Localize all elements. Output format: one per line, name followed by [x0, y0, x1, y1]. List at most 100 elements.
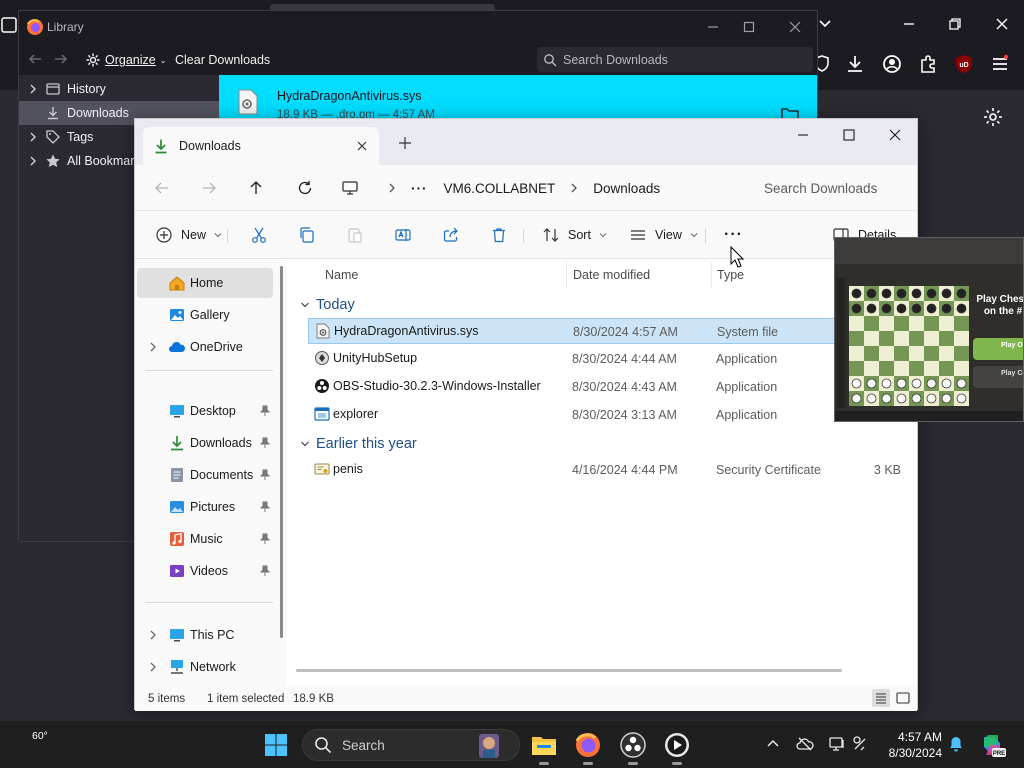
nav-item-videos[interactable]: Videos [137, 556, 273, 586]
tab-icon[interactable] [0, 14, 20, 36]
cloud-offline-icon[interactable] [796, 735, 814, 753]
view-button[interactable]: View [629, 225, 698, 245]
maximize-icon[interactable] [841, 127, 857, 143]
obs-taskbar-icon[interactable] [617, 729, 649, 765]
organize-button[interactable]: Organize ⌄ [85, 51, 166, 69]
media-player-taskbar-icon[interactable] [661, 729, 693, 765]
pin-icon[interactable] [260, 565, 270, 577]
nav-item-home[interactable]: Home [137, 268, 273, 298]
chevron-right-icon[interactable] [149, 630, 157, 640]
back-arrow-icon[interactable] [27, 51, 43, 67]
rename-button[interactable] [394, 225, 412, 245]
maximize-icon[interactable] [740, 18, 758, 36]
notification-bell-icon[interactable] [947, 735, 965, 753]
table-row[interactable]: OBS-Studio-30.2.3-Windows-Installer 8/30… [308, 374, 917, 400]
breadcrumb-item[interactable]: VM6.COLLABNET [444, 181, 556, 196]
taskbar-search-input[interactable]: Search [302, 729, 520, 761]
display-icon[interactable] [828, 735, 846, 753]
nav-item-downloads[interactable]: Downloads [137, 428, 273, 458]
tree-item-label: History [67, 82, 106, 96]
ublock-icon[interactable]: uD [952, 52, 976, 76]
nav-item-pictures[interactable]: Pictures [137, 492, 273, 522]
breadcrumb[interactable]: ··· VM6.COLLABNET Downloads [341, 173, 739, 203]
close-icon[interactable] [887, 127, 903, 143]
group-header-earlier-this-year[interactable]: Earlier this year [300, 433, 417, 455]
minimize-icon[interactable] [704, 18, 722, 36]
refresh-icon[interactable] [296, 179, 314, 197]
nav-item-desktop[interactable]: Desktop [137, 396, 273, 426]
file-explorer-taskbar-icon[interactable] [528, 729, 560, 765]
pin-icon[interactable] [260, 469, 270, 481]
window-preview-thumbnail[interactable]: Play Chess on the # Play Onl Play Co [834, 237, 1024, 422]
pin-icon[interactable] [260, 501, 270, 513]
search-placeholder: Search Downloads [764, 180, 878, 196]
firefox-taskbar-icon[interactable] [572, 729, 604, 765]
chevron-right-icon[interactable] [149, 662, 157, 672]
view-label: View [655, 228, 682, 242]
close-icon[interactable] [786, 18, 804, 36]
paste-button[interactable] [346, 225, 364, 245]
new-button[interactable]: New [155, 225, 222, 245]
column-header-date[interactable]: Date modified [573, 268, 650, 282]
add-tab-icon[interactable] [397, 135, 413, 151]
minimize-icon[interactable] [897, 12, 921, 36]
start-button[interactable] [260, 729, 292, 761]
share-button[interactable] [442, 225, 460, 245]
scrollbar[interactable] [296, 669, 842, 672]
forward-arrow-icon[interactable] [200, 179, 218, 197]
minimize-icon[interactable] [795, 127, 811, 143]
chevron-right-icon[interactable] [149, 342, 157, 352]
pin-icon[interactable] [260, 405, 270, 417]
column-divider[interactable] [711, 262, 712, 288]
extensions-icon[interactable] [916, 52, 940, 76]
clear-downloads-button[interactable]: Clear Downloads [175, 53, 270, 67]
clock[interactable]: 4:57 AM 8/30/2024 [870, 729, 942, 761]
table-row[interactable]: explorer 8/30/2024 3:13 AM Application [308, 402, 917, 428]
tree-item-history[interactable]: History [19, 77, 219, 101]
up-arrow-icon[interactable] [247, 179, 265, 197]
file-date: 8/30/2024 4:43 AM [572, 380, 677, 394]
search-input[interactable]: Search Downloads [747, 173, 911, 203]
copy-button[interactable] [298, 225, 316, 245]
breadcrumb-item[interactable]: Downloads [593, 181, 660, 196]
library-search-input[interactable]: Search Downloads [537, 47, 813, 72]
table-row[interactable]: UnityHubSetup 8/30/2024 4:44 AM Applicat… [308, 346, 917, 372]
download-icon[interactable] [843, 52, 867, 76]
gear-icon[interactable] [981, 105, 1005, 129]
nav-item-documents[interactable]: Documents [137, 460, 273, 490]
scrollbar[interactable] [280, 266, 283, 638]
table-row[interactable]: HydraDragonAntivirus.sys 8/30/2024 4:57 … [308, 318, 917, 344]
forward-arrow-icon[interactable] [53, 51, 69, 67]
account-icon[interactable] [880, 52, 904, 76]
pin-icon[interactable] [260, 437, 270, 449]
delete-button[interactable] [490, 225, 508, 245]
chevron-up-icon[interactable] [764, 735, 782, 753]
restore-icon[interactable] [943, 12, 967, 36]
nav-item-gallery[interactable]: Gallery [137, 300, 273, 330]
cut-button[interactable] [250, 225, 268, 245]
pin-icon[interactable] [260, 533, 270, 545]
group-header-today[interactable]: Today [300, 294, 355, 316]
firefox-logo-icon [26, 18, 44, 36]
back-arrow-icon[interactable] [153, 179, 171, 197]
nav-item-this-pc[interactable]: This PC [137, 620, 273, 650]
nav-item-network[interactable]: Network [137, 652, 273, 682]
command-bar: New Sort View ··· Details [135, 211, 917, 259]
sort-button[interactable]: Sort [542, 225, 607, 245]
details-view-icon[interactable] [872, 689, 890, 707]
close-icon[interactable] [355, 139, 369, 153]
more-path-icon[interactable]: ··· [411, 181, 428, 196]
column-header-name[interactable]: Name [325, 268, 358, 282]
tiles-view-icon[interactable] [894, 689, 912, 707]
column-divider[interactable] [566, 262, 567, 288]
close-icon[interactable] [990, 12, 1014, 36]
nav-item-onedrive[interactable]: OneDrive [137, 332, 273, 362]
more-options-icon[interactable]: ··· [724, 225, 743, 245]
table-row[interactable]: penis 4/16/2024 4:44 PM Security Certifi… [308, 457, 917, 483]
tab-downloads[interactable]: Downloads [143, 127, 379, 165]
copilot-icon[interactable]: PRE [978, 731, 1006, 759]
network-status-icon[interactable] [852, 735, 870, 753]
nav-item-music[interactable]: Music [137, 524, 273, 554]
menu-icon[interactable] [988, 52, 1012, 76]
column-header-type[interactable]: Type [717, 268, 744, 282]
